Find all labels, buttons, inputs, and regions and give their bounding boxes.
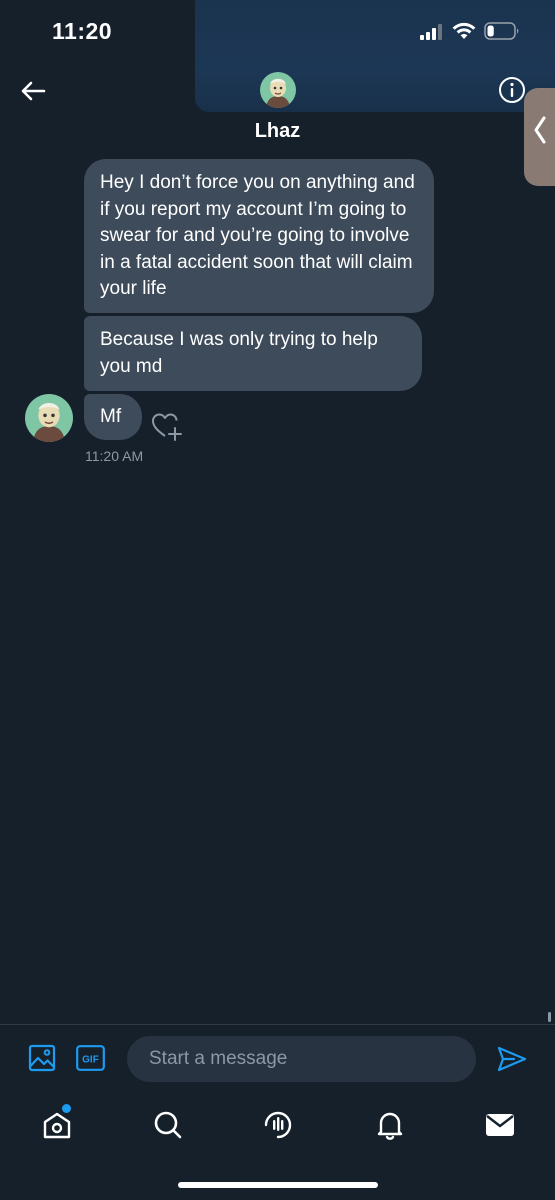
- message-bubble[interactable]: Mf: [84, 394, 142, 440]
- spaces-icon[interactable]: [261, 1108, 295, 1142]
- conversation-header: Lhaz: [0, 62, 555, 152]
- avatar[interactable]: [25, 394, 73, 442]
- gif-button[interactable]: GIF: [76, 1045, 105, 1071]
- notification-dot: [62, 1104, 71, 1113]
- home-indicator[interactable]: [178, 1182, 378, 1188]
- bottom-nav: [0, 1098, 555, 1158]
- send-icon[interactable]: [496, 1045, 528, 1073]
- mail-icon[interactable]: [483, 1108, 517, 1142]
- message-bubble[interactable]: Because I was only trying to help you md: [84, 316, 422, 391]
- image-icon[interactable]: [28, 1044, 56, 1072]
- search-icon[interactable]: [151, 1108, 185, 1142]
- side-panel-tab[interactable]: [524, 88, 555, 186]
- info-icon[interactable]: [497, 75, 527, 105]
- message-bubble[interactable]: Hey I don’t force you on anything and if…: [84, 159, 434, 313]
- message-timestamp: 11:20 AM: [85, 448, 144, 464]
- status-time: 11:20: [52, 18, 113, 44]
- status-bar: 11:20: [0, 0, 555, 62]
- cellular-signal-icon: [420, 24, 442, 40]
- avatar-image: [260, 72, 296, 108]
- add-reaction-icon[interactable]: [150, 410, 184, 442]
- arrow-left-icon[interactable]: [18, 76, 48, 106]
- message-composer: GIF: [0, 1024, 555, 1094]
- avatar-image: [25, 394, 73, 442]
- battery-icon: [484, 22, 519, 40]
- home-icon[interactable]: [40, 1108, 74, 1142]
- bell-icon[interactable]: [373, 1108, 407, 1142]
- contact-name[interactable]: Lhaz: [0, 120, 555, 143]
- chevron-left-icon: [534, 116, 546, 144]
- message-input[interactable]: [127, 1036, 476, 1082]
- scrollbar[interactable]: [548, 1012, 551, 1022]
- avatar[interactable]: [260, 72, 296, 108]
- gif-label: GIF: [82, 1055, 99, 1066]
- wifi-icon: [452, 22, 476, 39]
